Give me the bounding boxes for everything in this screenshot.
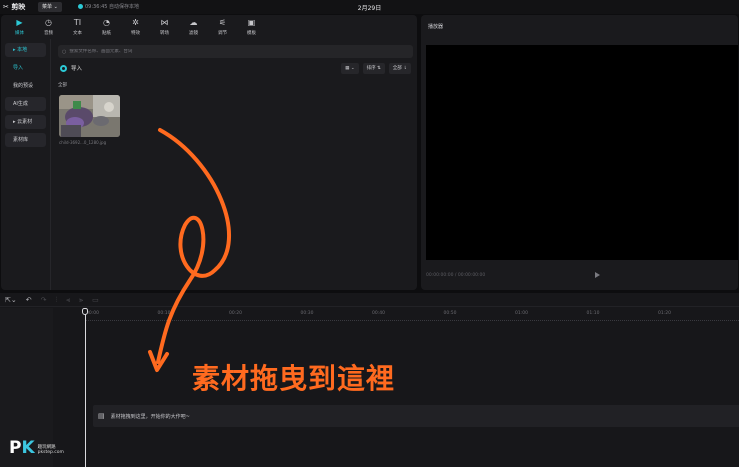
tab-media[interactable]: ▶ 媒体 <box>5 15 34 39</box>
ruler-tick-label: 00:40 <box>372 311 385 316</box>
media-toolbar: ▶ 媒体 ◷ 音频 TI 文本 ◔ 贴纸 ✲ 特效 ⋈ 转场 ☁ 滤镜 ⚟ 调节 ▣ 模板 <box>1 15 417 39</box>
timeline-toolbar: ⇱⌄ ↶ ↷ ⫶ ⫷ ⫸ ▭ <box>0 293 739 307</box>
main-track-dropzone[interactable]: ▤ 素材拖拽到这里，开始你的大作吧~ <box>93 405 739 427</box>
film-icon: ▤ <box>98 412 105 420</box>
player-title: 播放器 <box>428 24 444 30</box>
app-logo: ✂ 剪映 <box>3 2 25 12</box>
tab-label: 音频 <box>44 30 53 36</box>
tab-audio[interactable]: ◷ 音频 <box>34 15 63 39</box>
audio-icon: ◷ <box>45 17 52 27</box>
watermark: PK 趣玩網路 pkstep.com <box>9 440 64 457</box>
ruler-tick-label: 00:50 <box>443 311 457 316</box>
dropzone-hint: 素材拖拽到这里，开始你的大作吧~ <box>110 413 190 420</box>
import-button[interactable]: 导入 <box>60 64 82 72</box>
playhead[interactable] <box>85 310 86 467</box>
tab-label: 滤镜 <box>189 30 198 36</box>
tab-label: 文本 <box>73 30 82 36</box>
save-status-icon <box>78 4 83 9</box>
section-all-label: 全部 <box>58 83 67 88</box>
play-icon[interactable] <box>595 272 600 278</box>
player-panel: 播放器 00:00:00:00 / 00:00:00:00 <box>421 15 738 290</box>
select-tool-icon[interactable]: ⇱⌄ <box>5 293 17 307</box>
sticker-icon: ◔ <box>103 17 110 27</box>
redo-icon[interactable]: ↷ <box>41 293 47 307</box>
nav-presets[interactable]: 我的预设 <box>5 79 46 93</box>
adjust-icon: ⚟ <box>218 17 227 27</box>
player-screen[interactable] <box>426 45 738 260</box>
watermark-logo-k: K <box>21 438 35 458</box>
undo-icon[interactable]: ↶ <box>26 293 32 307</box>
media-thumbnail[interactable] <box>59 95 120 137</box>
delete-icon[interactable]: ▭ <box>92 293 99 307</box>
playhead-handle[interactable] <box>82 308 88 315</box>
template-icon: ▣ <box>247 17 256 27</box>
text-icon: TI <box>73 17 82 27</box>
save-status: 09:36:45 自动保存本地 <box>78 3 139 10</box>
sort-button[interactable]: 排序 ⇅ <box>362 63 385 74</box>
menu-button[interactable]: 菜单 ⌄ <box>38 2 62 12</box>
ruler-tick-label: 00:10 <box>157 311 171 316</box>
effects-icon: ✲ <box>132 17 139 27</box>
ruler-tick-label: 00:30 <box>300 311 314 316</box>
view-controls: ▦ ⌄ 排序 ⇅ 全部 ⇂ <box>341 63 411 74</box>
media-sidenav: ▸ 本地 导入 我的预设 AI生成 ▸ 云素材 素材库 <box>1 39 51 290</box>
timeline-ruler[interactable]: 00:00 00:10 00:20 00:30 00:40 00:50 01:00 01:10… <box>85 310 739 320</box>
filter-icon: ☁ <box>189 17 198 27</box>
nav-library[interactable]: 素材库 <box>5 133 46 147</box>
tab-effects[interactable]: ✲ 特效 <box>121 15 150 39</box>
tab-label: 贴纸 <box>102 30 111 36</box>
tab-template[interactable]: ▣ 模板 <box>237 15 266 39</box>
annotation-text: 素材拖曳到這裡 <box>192 362 396 395</box>
nav-local[interactable]: ▸ 本地 <box>5 43 46 57</box>
ruler-tick-label: 01:10 <box>586 311 600 316</box>
watermark-logo-p: P <box>9 438 22 458</box>
tab-transition[interactable]: ⋈ 转场 <box>150 15 179 39</box>
nav-ai-generate[interactable]: AI生成 <box>5 97 46 111</box>
split-right-icon[interactable]: ⫸ <box>79 293 83 307</box>
top-bar: ✂ 剪映 菜单 ⌄ 09:36:45 自动保存本地 2月29日 <box>0 0 739 14</box>
tab-label: 模板 <box>247 30 256 36</box>
media-panel: ▶ 媒体 ◷ 音频 TI 文本 ◔ 贴纸 ✲ 特效 ⋈ 转场 ☁ 滤镜 ⚟ 调节 ▣ 模板 ▸ 本地 导入 我的预… <box>1 15 417 290</box>
view-mode-button[interactable]: ▦ ⌄ <box>341 63 359 74</box>
tab-filter[interactable]: ☁ 滤镜 <box>179 15 208 39</box>
transition-icon: ⋈ <box>160 17 169 27</box>
filter-button[interactable]: 全部 ⇂ <box>388 63 411 74</box>
thumbnail-filename: child-3692...0_1280.jpg <box>59 140 107 145</box>
search-input[interactable] <box>69 49 400 54</box>
tab-text[interactable]: TI 文本 <box>63 15 92 39</box>
search-bar[interactable]: ○ <box>58 45 413 58</box>
app-name: 剪映 <box>11 3 26 11</box>
player-timecode: 00:00:00:00 / 00:00:00:00 <box>426 273 486 278</box>
watermark-logo: PK <box>9 440 35 457</box>
menu-label: 菜单 <box>42 4 53 10</box>
watermark-text: 趣玩網路 pkstep.com <box>37 445 64 455</box>
nav-import[interactable]: 导入 <box>5 61 46 75</box>
tab-label: 转场 <box>160 30 169 36</box>
split-icon[interactable]: ⫶ <box>55 293 57 307</box>
ruler-tick-label: 01:20 <box>658 311 671 316</box>
tab-label: 媒体 <box>15 30 24 36</box>
split-left-icon[interactable]: ⫷ <box>66 293 70 307</box>
ruler-tick-label: 00:20 <box>229 311 242 316</box>
search-icon: ○ <box>62 48 67 55</box>
thumbnail-photo <box>59 95 120 137</box>
import-label: 导入 <box>71 66 83 72</box>
media-icon: ▶ <box>16 17 23 27</box>
tab-label: 特效 <box>131 30 140 36</box>
save-status-text: 09:36:45 自动保存本地 <box>85 4 140 10</box>
tab-adjust[interactable]: ⚟ 调节 <box>208 15 237 39</box>
ruler-divider <box>85 320 739 321</box>
ruler-tick-label: 01:00 <box>515 311 528 316</box>
tab-sticker[interactable]: ◔ 贴纸 <box>92 15 121 39</box>
tab-label: 调节 <box>218 30 227 36</box>
import-icon <box>60 64 67 72</box>
nav-cloud[interactable]: ▸ 云素材 <box>5 115 46 129</box>
